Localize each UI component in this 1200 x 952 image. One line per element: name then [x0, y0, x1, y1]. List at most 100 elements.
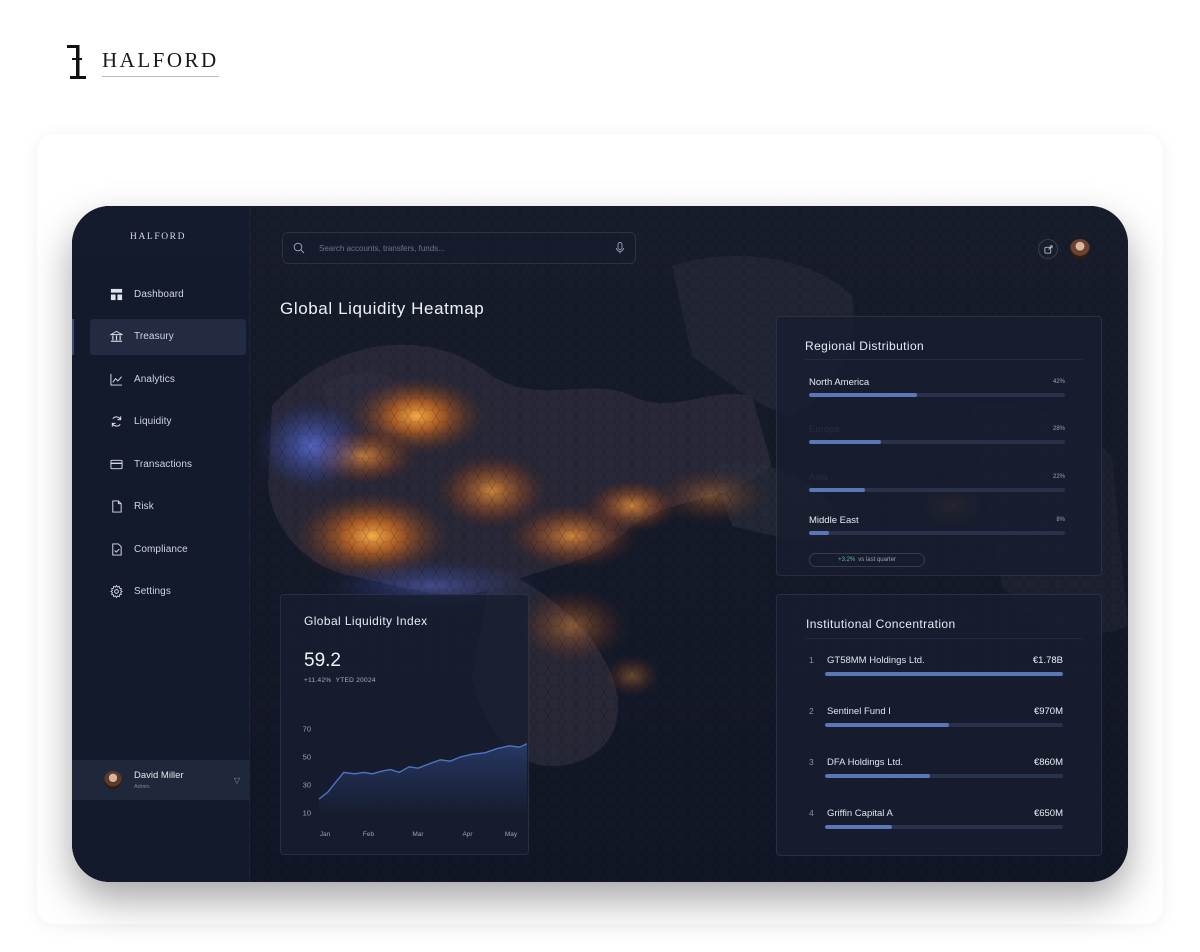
profile-avatar[interactable]	[1070, 239, 1090, 259]
y-tick-label: 50	[303, 753, 311, 762]
dashboard-icon	[109, 287, 123, 301]
institution-name: Sentinel Fund I	[827, 706, 891, 717]
quarter-change-badge: +3.2% vs last quarter	[809, 553, 925, 567]
institution-value: €650M	[1033, 808, 1063, 819]
region-percent: 42%	[1052, 379, 1065, 385]
institution-rank: 3	[809, 757, 814, 767]
index-change: +11.42% YTED 20024	[304, 677, 376, 684]
progress-track	[809, 393, 1065, 397]
progress-fill	[809, 440, 881, 444]
y-tick-label: 30	[303, 781, 311, 790]
sidebar-item-treasury[interactable]: Treasury	[72, 318, 246, 355]
sidebar-item-compliance[interactable]: Compliance	[72, 531, 250, 567]
sidebar-item-risk[interactable]: Risk	[72, 489, 250, 525]
x-tick-label: Mar	[412, 831, 424, 838]
progress-fill	[825, 672, 1063, 676]
progress-fill	[809, 488, 866, 492]
institution-value: €970M	[1033, 706, 1063, 717]
sidebar-item-label: Liquidity	[134, 416, 172, 427]
region-name: Asia	[809, 472, 828, 483]
y-tick-label: 70	[303, 725, 311, 734]
sidebar-item-analytics[interactable]: Analytics	[72, 361, 250, 397]
sidebar-item-label: Compliance	[134, 543, 188, 555]
x-tick-label: Jan	[320, 831, 331, 838]
sidebar-item-transactions[interactable]: Transactions	[72, 446, 250, 482]
search-icon	[293, 242, 305, 254]
progress-track	[809, 440, 1065, 444]
institution-name: GT58MM Holdings Ltd.	[827, 655, 925, 666]
progress-fill	[825, 825, 892, 829]
sidebar-item-label: Risk	[134, 501, 154, 512]
region-row[interactable]: Asia 22%	[809, 472, 1065, 492]
document-check-icon	[109, 542, 123, 556]
brand-header: HALFORD	[66, 42, 219, 82]
progress-track	[809, 531, 1065, 535]
halford-monogram-icon	[66, 43, 90, 81]
region-row[interactable]: Europe 28%	[809, 424, 1065, 444]
liquidity-chart[interactable]: 10 30 50 70 Jan Feb Mar Apr May	[291, 715, 527, 843]
region-percent: 22%	[1052, 474, 1065, 480]
dashboard-app: HALFORD Dashboard Treasury Analytics Liq…	[72, 206, 1128, 882]
institution-rank: 4	[809, 808, 814, 818]
user-role: Admin	[134, 784, 150, 790]
progress-track	[809, 488, 1065, 492]
chart-icon	[109, 372, 123, 386]
progress-track	[825, 723, 1063, 727]
change-period: YTED 20024	[335, 677, 376, 684]
progress-fill	[809, 393, 917, 397]
user-menu[interactable]: David Miller Admin ▽	[72, 760, 250, 800]
x-tick-label: Apr	[462, 831, 473, 838]
institution-value: €860M	[1033, 757, 1063, 768]
panel-title: Institutional Concentration	[806, 617, 956, 631]
search-input[interactable]	[319, 243, 615, 253]
change-text: vs last quarter	[858, 557, 896, 563]
progress-track	[825, 825, 1063, 829]
avatar	[104, 771, 122, 789]
sidebar-item-liquidity[interactable]: Liquidity	[72, 404, 250, 440]
chevron-down-icon[interactable]: ▽	[234, 776, 240, 785]
institution-value: €1.78B	[1032, 655, 1063, 666]
sidebar: HALFORD Dashboard Treasury Analytics Liq…	[72, 206, 250, 882]
user-name: David Miller	[134, 770, 184, 781]
institutional-concentration-panel: Institutional Concentration 1 GT58MM Hol…	[776, 594, 1102, 856]
liquidity-index-panel: Global Liquidity Index 59.2 +11.42% YTED…	[280, 594, 529, 855]
progress-fill	[809, 531, 830, 535]
sidebar-item-settings[interactable]: Settings	[72, 574, 250, 610]
change-percent: +11.42%	[304, 677, 332, 684]
sidebar-nav: Dashboard Treasury Analytics Liquidity T…	[72, 276, 250, 616]
sidebar-logo[interactable]: HALFORD	[130, 232, 186, 242]
bank-icon	[109, 330, 123, 344]
region-percent: 8%	[1056, 517, 1065, 523]
sidebar-item-label: Analytics	[134, 373, 175, 385]
sidebar-item-label: Settings	[134, 586, 171, 597]
region-percent: 28%	[1052, 426, 1065, 432]
regional-distribution-panel: Regional Distribution North America 42% …	[776, 316, 1102, 576]
progress-track	[825, 672, 1063, 676]
region-name: Europe	[809, 424, 840, 435]
institution-name: DFA Holdings Ltd.	[827, 757, 904, 768]
share-icon[interactable]	[1038, 239, 1058, 259]
progress-track	[825, 774, 1063, 778]
progress-fill	[825, 723, 949, 727]
refresh-icon	[109, 415, 123, 429]
search-bar	[282, 232, 636, 264]
sidebar-item-label: Transactions	[134, 458, 193, 470]
sidebar-item-label: Treasury	[134, 331, 174, 342]
sidebar-item-label: Dashboard	[134, 288, 184, 300]
page-title: Global Liquidity Heatmap	[280, 299, 485, 318]
index-value: 59.2	[304, 650, 341, 671]
card-icon	[109, 457, 123, 471]
chart-area	[319, 743, 527, 813]
sidebar-item-dashboard[interactable]: Dashboard	[72, 276, 250, 312]
document-icon	[109, 500, 123, 514]
x-tick-label: Feb	[363, 831, 375, 838]
change-value: +3.2%	[838, 557, 856, 563]
gear-icon	[109, 585, 123, 599]
region-row[interactable]: Middle East 8%	[809, 515, 1065, 535]
brand-name: HALFORD	[102, 48, 219, 77]
microphone-icon[interactable]	[615, 242, 625, 254]
region-row[interactable]: North America 42%	[809, 377, 1065, 397]
progress-fill	[825, 774, 930, 778]
x-tick-label: May	[505, 831, 518, 838]
panel-title: Regional Distribution	[805, 339, 925, 353]
